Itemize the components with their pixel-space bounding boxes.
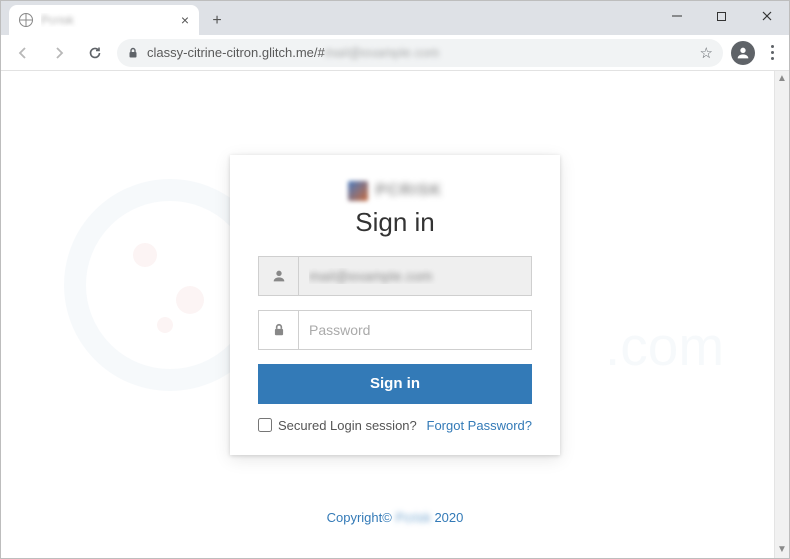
back-button[interactable] bbox=[9, 39, 37, 67]
menu-dot bbox=[771, 57, 774, 60]
page-title: Sign in bbox=[258, 207, 532, 238]
menu-dot bbox=[771, 45, 774, 48]
tab-title: Pcrisk bbox=[41, 13, 173, 27]
copyright-prefix: Copyright© bbox=[327, 510, 396, 525]
svg-text:.com: .com bbox=[605, 315, 724, 377]
secured-session-checkbox[interactable] bbox=[258, 418, 272, 432]
arrow-left-icon bbox=[15, 45, 31, 61]
url-visible: classy-citrine-citron.glitch.me/# bbox=[147, 45, 325, 60]
window-controls bbox=[654, 1, 789, 31]
page-viewport: risk .com PCRISK Sign in bbox=[1, 71, 789, 558]
brand-logo-icon bbox=[348, 181, 368, 201]
brand: PCRISK bbox=[258, 181, 532, 201]
reload-icon bbox=[87, 45, 103, 61]
email-field-wrapper bbox=[258, 256, 532, 296]
arrow-right-icon bbox=[51, 45, 67, 61]
secured-session-text: Secured Login session? bbox=[278, 418, 417, 433]
scrollbar[interactable]: ▲ ▼ bbox=[774, 71, 789, 558]
forward-button[interactable] bbox=[45, 39, 73, 67]
password-field-wrapper bbox=[258, 310, 532, 350]
browser-window: Pcrisk × + bbox=[0, 0, 790, 559]
address-bar[interactable]: classy-citrine-citron.glitch.me/#mail@ex… bbox=[117, 39, 723, 67]
person-icon bbox=[735, 45, 751, 61]
email-field[interactable] bbox=[299, 257, 531, 295]
close-tab-icon[interactable]: × bbox=[181, 12, 189, 28]
toolbar: classy-citrine-citron.glitch.me/#mail@ex… bbox=[1, 35, 789, 71]
maximize-icon bbox=[716, 11, 727, 22]
login-card: PCRISK Sign in Sign in Secured Login bbox=[230, 155, 560, 455]
browser-tab[interactable]: Pcrisk × bbox=[9, 5, 199, 35]
close-window-button[interactable] bbox=[744, 1, 789, 31]
maximize-button[interactable] bbox=[699, 1, 744, 31]
lock-icon bbox=[127, 47, 139, 59]
minimize-icon bbox=[671, 10, 683, 22]
globe-icon bbox=[19, 13, 33, 27]
url-text: classy-citrine-citron.glitch.me/#mail@ex… bbox=[147, 45, 439, 60]
password-field[interactable] bbox=[299, 311, 531, 349]
profile-avatar[interactable] bbox=[731, 41, 755, 65]
scroll-down-icon[interactable]: ▼ bbox=[777, 545, 787, 555]
copyright-year: 2020 bbox=[431, 510, 464, 525]
bookmark-star-icon[interactable]: ☆ bbox=[700, 44, 713, 62]
scroll-up-icon[interactable]: ▲ bbox=[777, 74, 787, 84]
forgot-password-link[interactable]: Forgot Password? bbox=[427, 418, 533, 433]
copyright: Copyright© Pcrisk 2020 bbox=[327, 510, 464, 525]
login-options: Secured Login session? Forgot Password? bbox=[258, 418, 532, 433]
tab-strip: Pcrisk × + bbox=[1, 1, 231, 35]
menu-button[interactable] bbox=[763, 45, 781, 60]
minimize-button[interactable] bbox=[654, 1, 699, 31]
user-icon bbox=[259, 257, 299, 295]
close-icon bbox=[761, 10, 773, 22]
new-tab-button[interactable]: + bbox=[203, 7, 231, 35]
titlebar: Pcrisk × + bbox=[1, 1, 789, 35]
menu-dot bbox=[771, 51, 774, 54]
lock-icon bbox=[259, 311, 299, 349]
url-fragment: mail@example.com bbox=[325, 45, 439, 60]
secured-session-label[interactable]: Secured Login session? bbox=[258, 418, 417, 433]
reload-button[interactable] bbox=[81, 39, 109, 67]
copyright-brand: Pcrisk bbox=[395, 510, 430, 525]
brand-name: PCRISK bbox=[376, 182, 442, 200]
signin-button[interactable]: Sign in bbox=[258, 364, 532, 404]
